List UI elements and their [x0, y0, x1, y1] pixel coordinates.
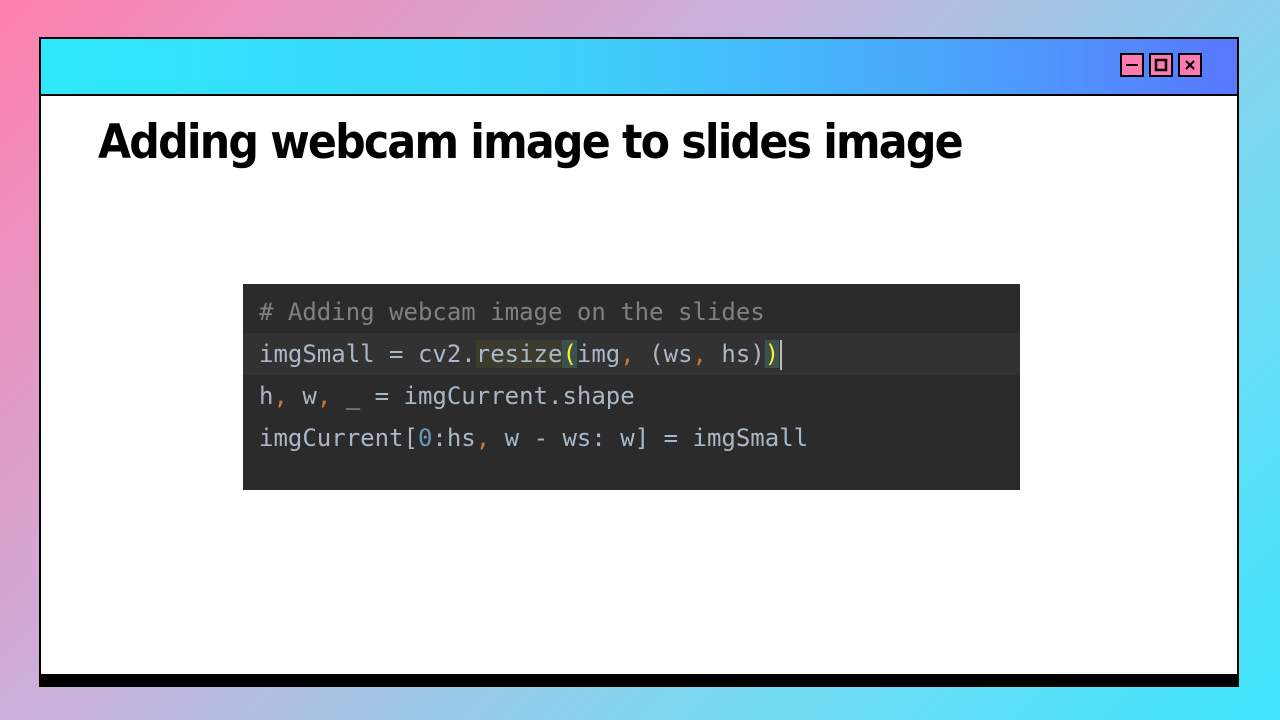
code-token: h: [259, 382, 274, 410]
code-line-2: imgSmall = cv2.resize(img, (ws, hs)): [243, 333, 1020, 375]
code-comma: ,: [273, 382, 288, 410]
code-snippet: # Adding webcam image on the slides imgS…: [243, 284, 1020, 490]
code-token: w: [287, 382, 317, 410]
code-token: imgCurrent[: [259, 424, 418, 452]
slide-title: Adding webcam image to slides image: [98, 115, 964, 170]
code-line-4: imgCurrent[0:hs, w - ws: w] = imgSmall: [243, 417, 1020, 459]
maximize-button[interactable]: [1149, 53, 1173, 77]
code-function-name: resize: [475, 340, 563, 368]
bottom-bar: [41, 674, 1237, 685]
text-caret: [780, 340, 783, 370]
title-bar: [41, 39, 1237, 96]
code-comma: ,: [316, 382, 332, 410]
code-token: _ = imgCurrent.shape: [331, 382, 635, 410]
code-comment: # Adding webcam image on the slides: [259, 298, 765, 326]
code-line-3: h, w, _ = imgCurrent.shape: [243, 375, 1020, 417]
code-line-1: # Adding webcam image on the slides: [243, 291, 1020, 333]
code-comma: ,: [475, 424, 491, 452]
code-token: img: [576, 340, 621, 368]
code-token: w - ws: w] = imgSmall: [490, 424, 809, 452]
code-comma: ,: [692, 340, 707, 368]
code-token: imgSmall = cv2.: [259, 340, 476, 368]
code-paren-close: ): [764, 340, 780, 368]
code-token: (ws: [634, 340, 693, 368]
minimize-icon: [1126, 64, 1138, 66]
minimize-button[interactable]: [1120, 53, 1144, 77]
code-paren-open: (: [562, 340, 577, 368]
code-token: hs): [706, 340, 765, 368]
code-comma: ,: [620, 340, 635, 368]
code-token: :hs: [432, 424, 476, 452]
code-number: 0: [417, 424, 433, 452]
close-button[interactable]: [1178, 53, 1202, 77]
close-icon: [1185, 60, 1195, 70]
window-controls: [1120, 53, 1202, 77]
maximize-icon: [1154, 58, 1168, 72]
slide-window: Adding webcam image to slides image # Ad…: [39, 37, 1239, 687]
